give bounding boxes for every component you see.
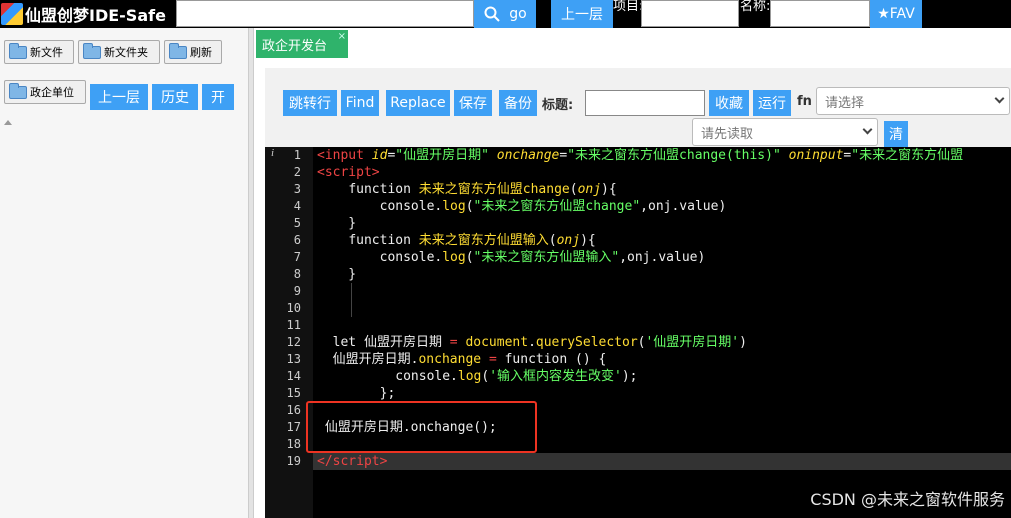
- line-number: 15: [286, 386, 301, 400]
- line-number: 1: [293, 148, 301, 162]
- new-folder-label: 新文件夹: [104, 46, 148, 59]
- function-select[interactable]: 请选择: [816, 87, 1010, 115]
- tab-label: 政企开发台: [262, 38, 328, 54]
- line-number: 7: [293, 250, 301, 264]
- tab-dev-console[interactable]: 政企开发台 ×: [256, 30, 348, 58]
- line-number: 18: [286, 437, 301, 451]
- folder-icon: [9, 42, 27, 59]
- top-up-button[interactable]: 上一层: [551, 0, 613, 28]
- code-line: console.log('输入框内容发生改变');: [317, 369, 638, 384]
- line-number: 5: [293, 216, 301, 230]
- folder-icon: [83, 42, 101, 59]
- new-file-button[interactable]: 新文件: [4, 40, 74, 64]
- goto-line-button[interactable]: 跳转行: [283, 90, 337, 116]
- fav-button[interactable]: ★FAV: [870, 0, 922, 28]
- line-number: 3: [293, 182, 301, 196]
- save-button[interactable]: 保存: [454, 90, 492, 116]
- editor-toolbar: 跳转行 Find Replace 保存 备份 标题: 收藏 运行 fn 请选择 …: [265, 68, 1011, 156]
- code-line: function 未来之窗东方仙盟输入(onj){: [348, 233, 596, 248]
- name-input[interactable]: [770, 0, 870, 27]
- watermark: CSDN @未来之窗软件服务: [810, 490, 1005, 509]
- app-logo: 仙盟创梦IDE-Safe: [0, 0, 175, 28]
- app-logo-icon: [1, 3, 23, 25]
- line-number: 11: [286, 318, 301, 332]
- close-icon[interactable]: ×: [338, 31, 346, 42]
- search-icon: [484, 6, 500, 22]
- app-title: 仙盟创梦IDE-Safe: [25, 6, 166, 25]
- code-line: };: [317, 386, 396, 401]
- line-number: 19: [286, 454, 301, 468]
- line-number: 8: [293, 267, 301, 281]
- fn-label: fn: [797, 94, 812, 109]
- function-select-value: 请选择: [825, 95, 865, 111]
- sidebar-up-button[interactable]: 上一层: [90, 84, 148, 110]
- indent-guide: [351, 283, 352, 317]
- replace-button[interactable]: Replace: [386, 90, 450, 116]
- chevron-down-icon: [994, 93, 1005, 104]
- file-sidebar: 新文件 新文件夹 刷新 政企单位 上一层 历史 开: [0, 28, 248, 518]
- go-label: go: [509, 6, 527, 22]
- unit-button[interactable]: 政企单位: [4, 80, 86, 104]
- code-editor[interactable]: i1 2 3 4 5 6 7 8 9 10 11 12 13 14 15 16 …: [265, 147, 1011, 518]
- chevron-down-icon: [862, 124, 873, 135]
- read-select-value: 请先读取: [701, 126, 754, 142]
- refresh-label: 刷新: [190, 46, 212, 59]
- tab-bar: 政企开发台 ×: [254, 28, 1011, 58]
- code-line: 仙盟开房日期.onchange = function () {: [317, 352, 607, 367]
- new-file-label: 新文件: [30, 46, 63, 59]
- line-number: 6: [293, 233, 301, 247]
- find-button[interactable]: Find: [341, 90, 379, 116]
- history-button[interactable]: 历史: [152, 84, 198, 110]
- project-label: 项目:: [613, 0, 644, 14]
- line-number: 9: [293, 284, 301, 298]
- code-line: }: [317, 216, 357, 231]
- folder-icon: [169, 42, 187, 59]
- read-select[interactable]: 请先读取: [692, 118, 878, 146]
- scroll-up-arrow-icon[interactable]: [4, 120, 12, 125]
- collect-button[interactable]: 收藏: [709, 90, 749, 116]
- clear-button[interactable]: 清: [884, 121, 908, 147]
- line-gutter: i1 2 3 4 5 6 7 8 9 10 11 12 13 14 15 16 …: [265, 147, 313, 518]
- line-number: 4: [293, 199, 301, 213]
- go-button[interactable]: go: [474, 0, 536, 28]
- line-number: 16: [286, 403, 301, 417]
- line-number: 10: [286, 301, 301, 315]
- path-input[interactable]: [176, 0, 474, 27]
- top-bar: 仙盟创梦IDE-Safe go 上一层 项目: 名称: ★FAV: [0, 0, 1011, 28]
- title-input[interactable]: [585, 90, 705, 116]
- run-button[interactable]: 运行: [753, 90, 791, 116]
- line-number: 17: [286, 420, 301, 434]
- new-folder-button[interactable]: 新文件夹: [78, 40, 160, 64]
- backup-button[interactable]: 备份: [499, 90, 537, 116]
- line-number: 12: [286, 335, 301, 349]
- code-line: }: [317, 267, 357, 282]
- highlight-annotation-box: [306, 401, 537, 453]
- name-label: 名称:: [740, 0, 771, 14]
- code-line: </script>: [317, 454, 388, 469]
- open-button[interactable]: 开: [202, 84, 234, 110]
- title-label: 标题:: [542, 98, 574, 113]
- folder-icon: [9, 82, 27, 99]
- project-input[interactable]: [641, 0, 739, 27]
- info-icon: i: [271, 147, 275, 159]
- line-number: 2: [293, 165, 301, 179]
- code-line: function 未来之窗东方仙盟change(onj){: [348, 182, 617, 197]
- unit-label: 政企单位: [30, 86, 74, 99]
- line-number: 13: [286, 352, 301, 366]
- code-line: console.log("未来之窗东方仙盟输入",onj.value): [317, 250, 706, 265]
- code-line: console.log("未来之窗东方仙盟change",onj.value): [317, 199, 727, 214]
- code-line: <input id="仙盟开房日期" onchange="未来之窗东方仙盟cha…: [317, 148, 964, 163]
- code-line: <script>: [317, 165, 380, 180]
- refresh-button[interactable]: 刷新: [164, 40, 222, 64]
- code-line: let 仙盟开房日期 = document.querySelector('仙盟开…: [317, 335, 747, 350]
- editor-pane: 跳转行 Find Replace 保存 备份 标题: 收藏 运行 fn 请选择 …: [254, 58, 1011, 518]
- line-number: 14: [286, 369, 301, 383]
